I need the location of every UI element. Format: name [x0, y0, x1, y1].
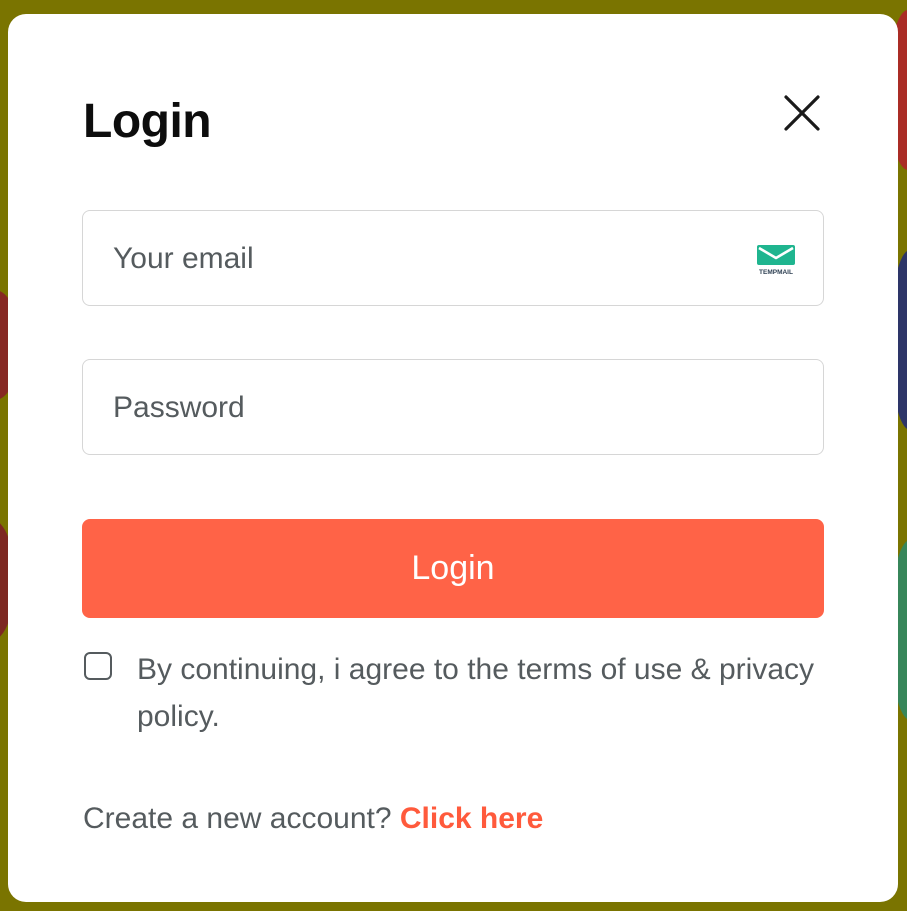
tempmail-caption: TEMPMAIL: [759, 269, 793, 276]
close-button[interactable]: [780, 91, 824, 135]
modal-title: Login: [83, 95, 212, 148]
email-input[interactable]: [111, 211, 735, 307]
email-field: TEMPMAIL: [82, 210, 824, 307]
create-account-prompt: Create a new account?: [83, 802, 400, 835]
login-modal: Login TEMPMAIL Login By continuing, i ag…: [8, 14, 898, 902]
password-field: [82, 359, 824, 456]
login-button[interactable]: Login: [82, 519, 824, 618]
terms-label: By continuing, i agree to the terms of u…: [137, 653, 815, 733]
close-icon: [784, 95, 820, 131]
password-input[interactable]: [111, 360, 735, 456]
terms-checkbox[interactable]: [84, 652, 112, 680]
create-account-row: Create a new account? Click here: [83, 799, 543, 839]
create-account-link[interactable]: Click here: [400, 802, 543, 835]
tempmail-envelope-icon[interactable]: TEMPMAIL: [755, 243, 797, 277]
